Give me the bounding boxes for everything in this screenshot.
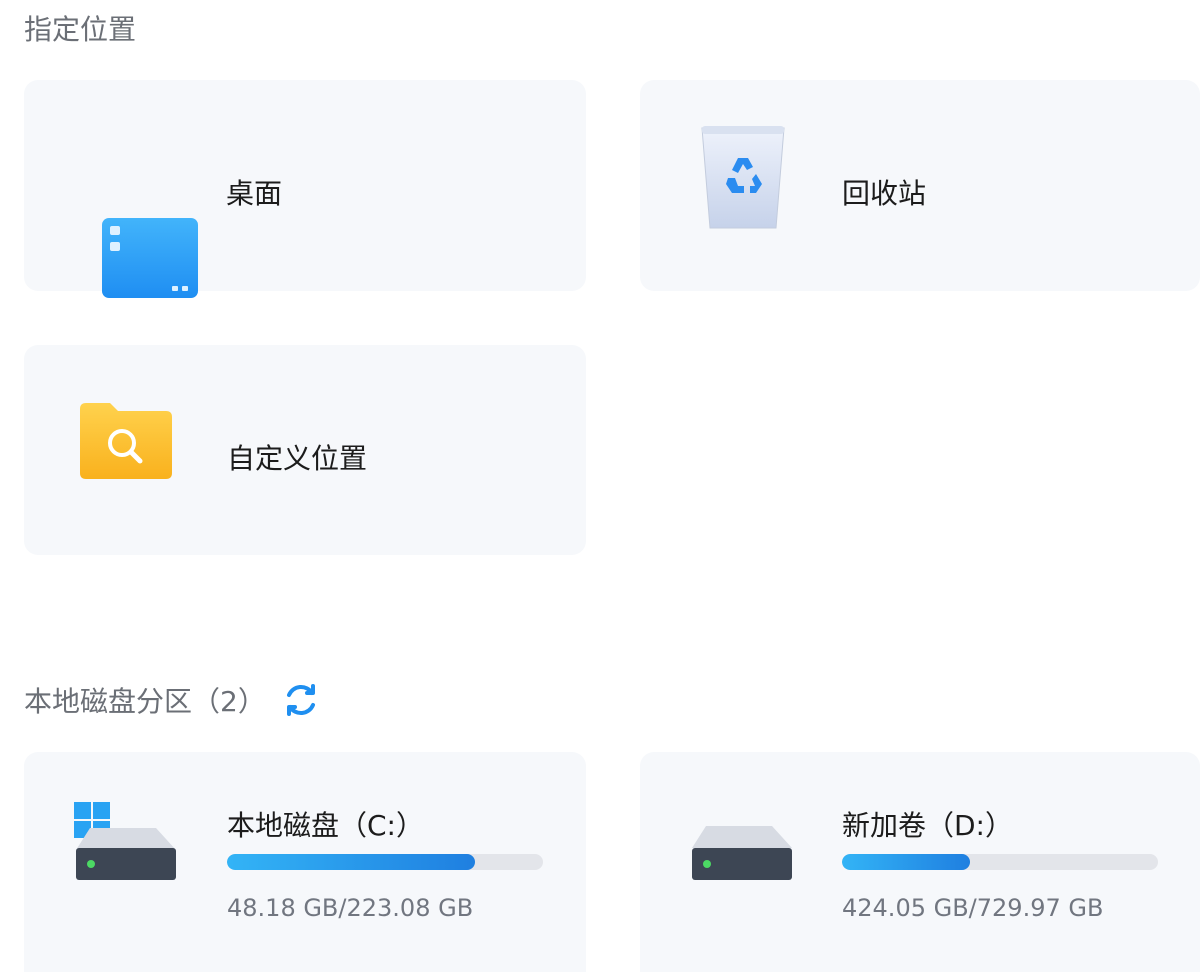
locations-title-text: 指定位置: [24, 13, 137, 46]
refresh-icon[interactable]: [282, 681, 320, 719]
location-label-custom: 自定义位置: [227, 442, 368, 475]
location-card-custom[interactable]: 自定义位置: [24, 345, 586, 555]
drive-icon: [692, 826, 792, 880]
system-drive-icon: [74, 802, 176, 880]
drive-usage-fill-c: [227, 854, 476, 870]
drive-usage-fill-d: [842, 854, 970, 870]
drive-usage-bar-c: [227, 854, 543, 870]
desktop-icon: [102, 218, 198, 298]
locations-section-title: 指定位置: [24, 8, 136, 48]
partitions-title-text: 本地磁盘分区（2）: [24, 685, 266, 718]
location-card-recycle-bin[interactable]: 回收站: [640, 80, 1200, 291]
drive-label-c: 本地磁盘（C:）: [227, 809, 424, 842]
drive-size-d: 424.05 GB/729.97 GB: [842, 894, 1104, 922]
drive-label-d: 新加卷（D:）: [842, 809, 1013, 842]
folder-search-icon: [80, 403, 172, 479]
drive-usage-bar-d: [842, 854, 1158, 870]
location-card-desktop[interactable]: 桌面: [24, 80, 586, 298]
drive-size-c: 48.18 GB/223.08 GB: [227, 894, 474, 922]
drive-card-d[interactable]: 新加卷（D:） 424.05 GB/729.97 GB: [640, 752, 1200, 972]
recycle-bin-icon: [701, 126, 785, 229]
location-label-recycle-bin: 回收站: [842, 177, 927, 210]
location-label-desktop: 桌面: [226, 177, 283, 210]
drive-card-c[interactable]: 本地磁盘（C:） 48.18 GB/223.08 GB: [24, 752, 586, 972]
partitions-section-title: 本地磁盘分区（2）: [24, 680, 320, 720]
